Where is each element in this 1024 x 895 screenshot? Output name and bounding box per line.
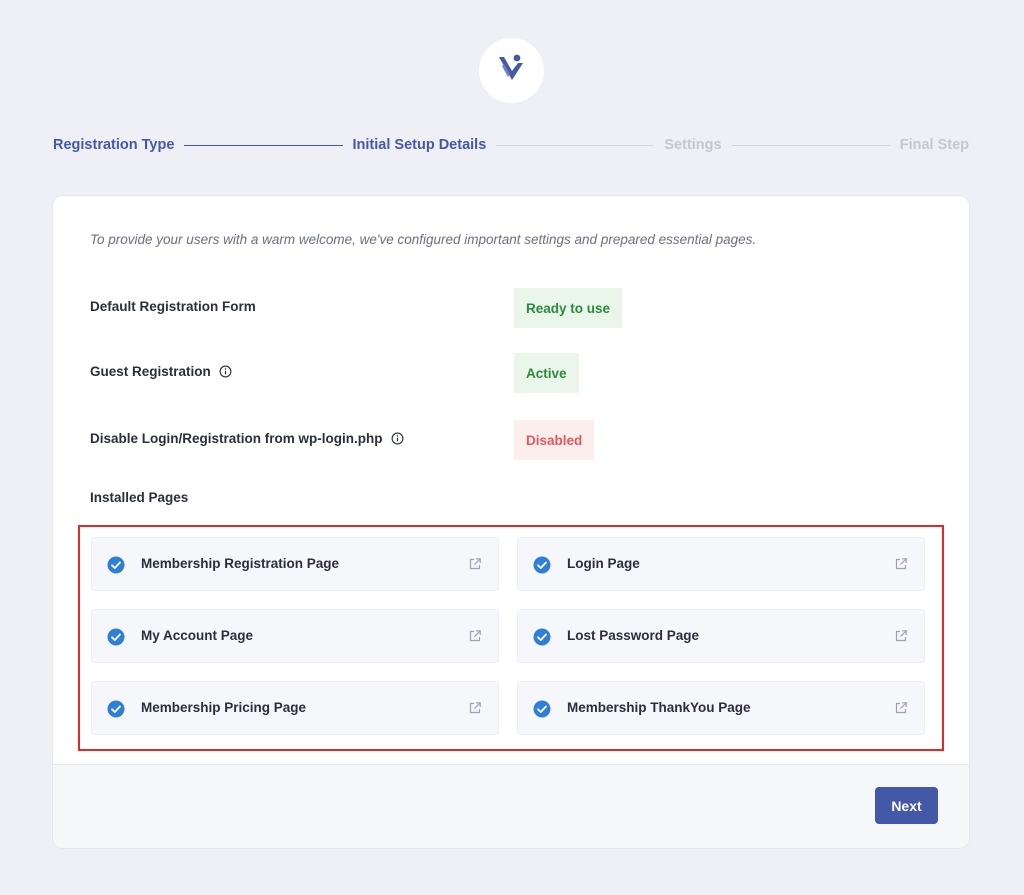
external-link-icon[interactable] xyxy=(894,701,908,715)
card-footer: Next xyxy=(53,764,969,848)
setting-row-default-registration-form: Default Registration Form Ready to use xyxy=(90,288,930,328)
setting-row-guest-registration: Guest Registration Active xyxy=(90,353,930,393)
step-connector xyxy=(496,144,655,146)
brand-logo-icon xyxy=(496,52,528,89)
step-initial-setup-details[interactable]: Initial Setup Details xyxy=(353,137,487,153)
page-item-my-account: My Account Page xyxy=(91,609,499,663)
check-circle-icon xyxy=(107,556,125,574)
next-button[interactable]: Next xyxy=(875,787,938,824)
page-label: Membership Pricing Page xyxy=(141,700,307,715)
page-label: Login Page xyxy=(567,556,640,571)
intro-text: To provide your users with a warm welcom… xyxy=(90,232,757,247)
page-label: Membership ThankYou Page xyxy=(567,700,751,715)
external-link-icon[interactable] xyxy=(468,557,482,571)
installed-pages-heading: Installed Pages xyxy=(90,490,189,505)
page-item-login: Login Page xyxy=(517,537,925,591)
check-circle-icon xyxy=(107,628,125,646)
page-item-membership-thankyou: Membership ThankYou Page xyxy=(517,681,925,735)
page-label: Membership Registration Page xyxy=(141,556,340,571)
check-circle-icon xyxy=(533,628,551,646)
external-link-icon[interactable] xyxy=(894,629,908,643)
external-link-icon[interactable] xyxy=(894,557,908,571)
external-link-icon[interactable] xyxy=(468,701,482,715)
step-registration-type[interactable]: Registration Type xyxy=(53,137,174,153)
info-icon[interactable] xyxy=(391,432,404,445)
page-item-lost-password: Lost Password Page xyxy=(517,609,925,663)
step-final-step: Final Step xyxy=(899,137,970,153)
status-badge: Ready to use xyxy=(514,288,623,328)
step-settings: Settings xyxy=(664,137,722,153)
info-icon[interactable] xyxy=(219,365,232,378)
setting-label: Disable Login/Registration from wp-login… xyxy=(90,431,383,446)
step-connector xyxy=(731,144,890,146)
status-badge: Disabled xyxy=(514,420,595,460)
check-circle-icon xyxy=(533,700,551,718)
setup-card: To provide your users with a warm welcom… xyxy=(53,196,969,848)
status-badge: Active xyxy=(514,353,579,393)
brand-logo xyxy=(479,38,544,103)
installed-pages-grid: Membership Registration Page Login Page … xyxy=(78,525,944,751)
setup-stepper: Registration Type Initial Setup Details … xyxy=(53,130,969,160)
setting-row-disable-wp-login: Disable Login/Registration from wp-login… xyxy=(90,420,930,460)
step-connector xyxy=(184,144,343,146)
setting-label: Default Registration Form xyxy=(90,299,256,314)
page-label: My Account Page xyxy=(141,628,254,643)
external-link-icon[interactable] xyxy=(468,629,482,643)
check-circle-icon xyxy=(533,556,551,574)
page-item-membership-pricing: Membership Pricing Page xyxy=(91,681,499,735)
check-circle-icon xyxy=(107,700,125,718)
setting-label: Guest Registration xyxy=(90,364,211,379)
page-item-membership-registration: Membership Registration Page xyxy=(91,537,499,591)
page-label: Lost Password Page xyxy=(567,628,700,643)
